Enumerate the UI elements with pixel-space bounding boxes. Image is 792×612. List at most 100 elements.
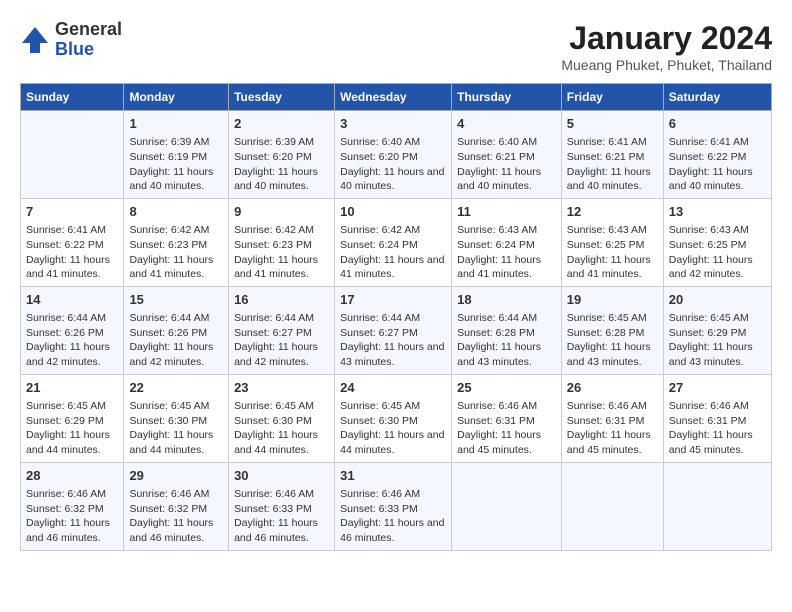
day-number: 7 xyxy=(26,203,118,221)
day-info: Sunrise: 6:42 AM Sunset: 6:23 PM Dayligh… xyxy=(234,223,329,282)
calendar-cell: 26Sunrise: 6:46 AM Sunset: 6:31 PM Dayli… xyxy=(561,374,663,462)
calendar-header: SundayMondayTuesdayWednesdayThursdayFrid… xyxy=(21,84,772,111)
calendar-cell: 3 Sunrise: 6:40 AM Sunset: 6:20 PM Daylig… xyxy=(335,111,452,199)
day-number: 31 xyxy=(340,467,446,485)
calendar-cell xyxy=(21,111,124,199)
day-info: Sunrise: 6:45 AM Sunset: 6:30 PM Dayligh… xyxy=(129,399,223,458)
week-row-2: 7 Sunrise: 6:41 AM Sunset: 6:22 PM Daylig… xyxy=(21,198,772,286)
logo-icon xyxy=(20,25,50,55)
day-info: Sunrise: 6:44 AM Sunset: 6:26 PM Dayligh… xyxy=(26,311,118,370)
logo-text: General Blue xyxy=(55,20,122,60)
day-info: Sunrise: 6:45 AM Sunset: 6:30 PM Dayligh… xyxy=(234,399,329,458)
calendar-cell: 14 Sunrise: 6:44 AM Sunset: 6:26 PM Dayli… xyxy=(21,286,124,374)
day-number: 12 xyxy=(567,203,658,221)
day-number: 27 xyxy=(669,379,766,397)
day-info: Sunrise: 6:41 AM Sunset: 6:22 PM Dayligh… xyxy=(26,223,118,282)
calendar-cell: 15 Sunrise: 6:44 AM Sunset: 6:26 PM Dayli… xyxy=(124,286,229,374)
day-number: 20 xyxy=(669,291,766,309)
calendar-cell: 20 Sunrise: 6:45 AM Sunset: 6:29 PM Dayli… xyxy=(663,286,771,374)
calendar-cell: 1 Sunrise: 6:39 AM Sunset: 6:19 PM Daylig… xyxy=(124,111,229,199)
day-number: 15 xyxy=(129,291,223,309)
header-cell-saturday: Saturday xyxy=(663,84,771,111)
calendar-cell: 25Sunrise: 6:46 AM Sunset: 6:31 PM Dayli… xyxy=(452,374,562,462)
day-info: Sunrise: 6:39 AM Sunset: 6:19 PM Dayligh… xyxy=(129,135,223,194)
day-info: Sunrise: 6:41 AM Sunset: 6:22 PM Dayligh… xyxy=(669,135,766,194)
day-number: 21 xyxy=(26,379,118,397)
logo: General Blue xyxy=(20,20,122,60)
page-header: General Blue January 2024 Mueang Phuket,… xyxy=(20,20,772,73)
calendar-cell: 31 Sunrise: 6:46 AM Sunset: 6:33 PM Dayli… xyxy=(335,462,452,550)
calendar-cell: 28Sunrise: 6:46 AM Sunset: 6:32 PM Dayli… xyxy=(21,462,124,550)
day-info: Sunrise: 6:42 AM Sunset: 6:24 PM Dayligh… xyxy=(340,223,446,282)
day-number: 17 xyxy=(340,291,446,309)
calendar-cell: 2 Sunrise: 6:39 AM Sunset: 6:20 PM Daylig… xyxy=(229,111,335,199)
header-cell-thursday: Thursday xyxy=(452,84,562,111)
day-info: Sunrise: 6:43 AM Sunset: 6:25 PM Dayligh… xyxy=(669,223,766,282)
day-info: Sunrise: 6:40 AM Sunset: 6:20 PM Dayligh… xyxy=(340,135,446,194)
calendar-cell: 8 Sunrise: 6:42 AM Sunset: 6:23 PM Daylig… xyxy=(124,198,229,286)
day-info: Sunrise: 6:43 AM Sunset: 6:24 PM Dayligh… xyxy=(457,223,556,282)
day-number: 4 xyxy=(457,115,556,133)
day-info: Sunrise: 6:46 AM Sunset: 6:33 PM Dayligh… xyxy=(340,487,446,546)
day-number: 30 xyxy=(234,467,329,485)
header-cell-wednesday: Wednesday xyxy=(335,84,452,111)
calendar-cell: 30 Sunrise: 6:46 AM Sunset: 6:33 PM Dayli… xyxy=(229,462,335,550)
calendar-cell: 18 Sunrise: 6:44 AM Sunset: 6:28 PM Dayli… xyxy=(452,286,562,374)
day-number: 2 xyxy=(234,115,329,133)
calendar-cell: 7 Sunrise: 6:41 AM Sunset: 6:22 PM Daylig… xyxy=(21,198,124,286)
day-number: 1 xyxy=(129,115,223,133)
header-cell-tuesday: Tuesday xyxy=(229,84,335,111)
day-number: 14 xyxy=(26,291,118,309)
calendar-cell: 10 Sunrise: 6:42 AM Sunset: 6:24 PM Dayli… xyxy=(335,198,452,286)
calendar-cell: 19 Sunrise: 6:45 AM Sunset: 6:28 PM Dayli… xyxy=(561,286,663,374)
calendar-cell: 12Sunrise: 6:43 AM Sunset: 6:25 PM Dayli… xyxy=(561,198,663,286)
day-number: 10 xyxy=(340,203,446,221)
day-number: 16 xyxy=(234,291,329,309)
calendar-cell: 4 Sunrise: 6:40 AM Sunset: 6:21 PM Daylig… xyxy=(452,111,562,199)
day-info: Sunrise: 6:46 AM Sunset: 6:31 PM Dayligh… xyxy=(669,399,766,458)
day-info: Sunrise: 6:44 AM Sunset: 6:26 PM Dayligh… xyxy=(129,311,223,370)
calendar-cell: 22 Sunrise: 6:45 AM Sunset: 6:30 PM Dayli… xyxy=(124,374,229,462)
day-number: 23 xyxy=(234,379,329,397)
week-row-3: 14 Sunrise: 6:44 AM Sunset: 6:26 PM Dayli… xyxy=(21,286,772,374)
day-info: Sunrise: 6:44 AM Sunset: 6:28 PM Dayligh… xyxy=(457,311,556,370)
day-number: 3 xyxy=(340,115,446,133)
day-info: Sunrise: 6:45 AM Sunset: 6:29 PM Dayligh… xyxy=(669,311,766,370)
day-number: 11 xyxy=(457,203,556,221)
calendar-cell xyxy=(663,462,771,550)
day-number: 5 xyxy=(567,115,658,133)
title-block: January 2024 Mueang Phuket, Phuket, Thai… xyxy=(561,20,772,73)
calendar-cell: 23 Sunrise: 6:45 AM Sunset: 6:30 PM Dayli… xyxy=(229,374,335,462)
day-number: 8 xyxy=(129,203,223,221)
day-number: 19 xyxy=(567,291,658,309)
page-title: January 2024 xyxy=(561,20,772,57)
day-number: 29 xyxy=(129,467,223,485)
calendar-cell: 27 Sunrise: 6:46 AM Sunset: 6:31 PM Dayli… xyxy=(663,374,771,462)
header-row: SundayMondayTuesdayWednesdayThursdayFrid… xyxy=(21,84,772,111)
day-info: Sunrise: 6:46 AM Sunset: 6:33 PM Dayligh… xyxy=(234,487,329,546)
day-info: Sunrise: 6:45 AM Sunset: 6:28 PM Dayligh… xyxy=(567,311,658,370)
day-number: 22 xyxy=(129,379,223,397)
day-number: 24 xyxy=(340,379,446,397)
calendar-cell: 24 Sunrise: 6:45 AM Sunset: 6:30 PM Dayli… xyxy=(335,374,452,462)
week-row-1: 1 Sunrise: 6:39 AM Sunset: 6:19 PM Daylig… xyxy=(21,111,772,199)
calendar-body: 1 Sunrise: 6:39 AM Sunset: 6:19 PM Daylig… xyxy=(21,111,772,551)
day-info: Sunrise: 6:45 AM Sunset: 6:30 PM Dayligh… xyxy=(340,399,446,458)
calendar-cell: 6 Sunrise: 6:41 AM Sunset: 6:22 PM Daylig… xyxy=(663,111,771,199)
calendar-cell xyxy=(561,462,663,550)
day-info: Sunrise: 6:40 AM Sunset: 6:21 PM Dayligh… xyxy=(457,135,556,194)
day-number: 6 xyxy=(669,115,766,133)
week-row-4: 21Sunrise: 6:45 AM Sunset: 6:29 PM Dayli… xyxy=(21,374,772,462)
calendar-cell: 5Sunrise: 6:41 AM Sunset: 6:21 PM Daylig… xyxy=(561,111,663,199)
day-info: Sunrise: 6:46 AM Sunset: 6:32 PM Dayligh… xyxy=(129,487,223,546)
calendar-cell: 17Sunrise: 6:44 AM Sunset: 6:27 PM Dayli… xyxy=(335,286,452,374)
header-cell-monday: Monday xyxy=(124,84,229,111)
day-number: 26 xyxy=(567,379,658,397)
header-cell-friday: Friday xyxy=(561,84,663,111)
calendar-cell: 11 Sunrise: 6:43 AM Sunset: 6:24 PM Dayli… xyxy=(452,198,562,286)
day-info: Sunrise: 6:42 AM Sunset: 6:23 PM Dayligh… xyxy=(129,223,223,282)
day-info: Sunrise: 6:39 AM Sunset: 6:20 PM Dayligh… xyxy=(234,135,329,194)
calendar-cell: 16Sunrise: 6:44 AM Sunset: 6:27 PM Dayli… xyxy=(229,286,335,374)
calendar-cell: 13Sunrise: 6:43 AM Sunset: 6:25 PM Dayli… xyxy=(663,198,771,286)
day-number: 18 xyxy=(457,291,556,309)
